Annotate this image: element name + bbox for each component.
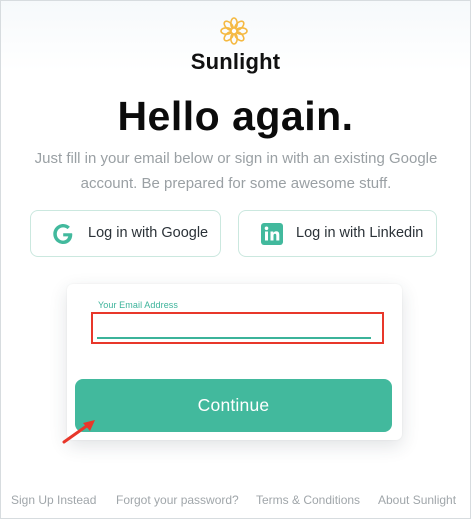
google-icon — [53, 224, 73, 244]
email-field[interactable] — [97, 317, 371, 339]
sign-up-link[interactable]: Sign Up Instead — [11, 493, 96, 507]
page-subtitle: Just fill in your email below or sign in… — [34, 150, 438, 192]
continue-button[interactable]: Continue — [75, 379, 392, 432]
sunflower-icon — [220, 17, 248, 45]
linkedin-login-label: Log in with Linkedin — [296, 225, 424, 241]
email-field-label: Your Email Address — [98, 300, 179, 310]
about-link[interactable]: About Sunlight — [378, 493, 456, 507]
google-login-label: Log in with Google — [88, 225, 209, 241]
linkedin-icon — [261, 223, 283, 245]
forgot-password-link[interactable]: Forgot your password? — [116, 493, 239, 507]
brand-name: Sunlight — [190, 49, 281, 74]
login-page: Sunlight Hello again. Just fill in your … — [0, 0, 471, 519]
google-login-button[interactable]: Log in with Google — [30, 210, 221, 257]
page-title: Hello again. — [117, 93, 354, 139]
terms-link[interactable]: Terms & Conditions — [256, 493, 360, 507]
linkedin-login-button[interactable]: Log in with Linkedin — [238, 210, 437, 257]
